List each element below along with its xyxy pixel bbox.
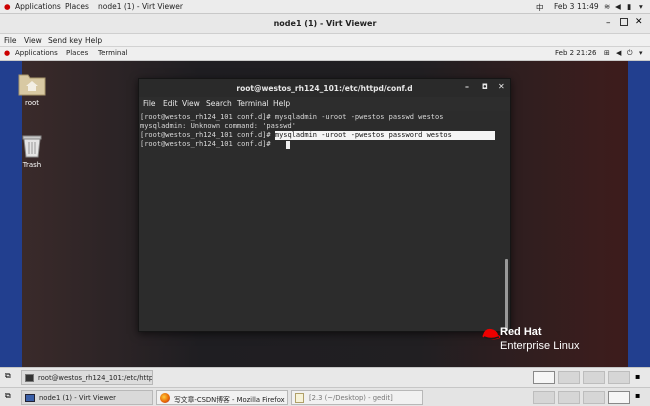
monitor-icon — [25, 394, 35, 402]
terminal-icon — [25, 374, 34, 382]
terminal-line: [root@westos_rh124_101 conf.d]# mysqladm… — [140, 113, 443, 122]
desktop-icon-trash[interactable]: Trash — [14, 131, 50, 169]
terminal-output-text: mysqladmin: Unknown command: 'passwd' — [140, 122, 296, 130]
host-applications-menu[interactable]: Applications — [15, 2, 61, 11]
power-menu-icon[interactable]: ▾ — [639, 2, 643, 11]
host-time[interactable]: 11:49 — [577, 2, 599, 11]
redhat-hat-icon — [482, 328, 501, 340]
home-folder-icon — [18, 74, 46, 96]
guest-workspace-3[interactable] — [583, 371, 605, 384]
terminal-menu-edit[interactable]: Edit — [163, 99, 178, 108]
host-notification-icon[interactable]: ▪ — [635, 391, 640, 400]
desktop-icon-label: root — [24, 99, 40, 107]
input-method-indicator[interactable]: 中 — [536, 2, 544, 13]
firefox-icon — [160, 393, 170, 403]
terminal-menu-file[interactable]: File — [143, 99, 156, 108]
guest-taskbar: ⧉ root@westos_rh124_101:/etc/http... ▪ — [0, 367, 650, 387]
terminal-close-icon[interactable]: ✕ — [498, 82, 505, 91]
guest-datetime[interactable]: Feb 2 21:26 — [555, 49, 596, 57]
wifi-icon[interactable]: ≋ — [604, 2, 610, 11]
guest-task-terminal[interactable]: root@westos_rh124_101:/etc/http... — [21, 370, 153, 385]
terminal-menu-help[interactable]: Help — [273, 99, 290, 108]
guest-top-bar: ● Applications Places Terminal Feb 2 21:… — [0, 47, 650, 61]
terminal-menu-search[interactable]: Search — [206, 99, 232, 108]
desktop-icon-label: Trash — [22, 161, 42, 169]
host-show-desktop-icon[interactable]: ⧉ — [5, 391, 11, 401]
trash-icon — [22, 135, 42, 158]
terminal-line: [root@westos_rh124_101 conf.d]# — [140, 140, 275, 149]
terminal-command: mysqladmin -uroot -pwestos passwd westos — [274, 113, 444, 121]
maximize-icon[interactable] — [620, 18, 628, 26]
host-workspace-3[interactable] — [583, 391, 605, 404]
host-task-label: 写文章-CSDN博客 - Mozilla Firefox — [174, 396, 285, 404]
guest-power-icon[interactable]: ⏻ — [627, 49, 633, 58]
guest-applications-menu[interactable]: Applications — [15, 49, 58, 57]
desktop-icon-root[interactable]: root — [14, 69, 50, 107]
host-active-window-title[interactable]: node1 (1) - Virt Viewer — [98, 2, 183, 11]
terminal-prompt: [root@westos_rh124_101 conf.d]# — [140, 131, 275, 139]
virt-viewer-titlebar: node1 (1) - Virt Viewer – ✕ — [0, 14, 650, 34]
terminal-titlebar[interactable]: root@westos_rh124_101:/etc/httpd/conf.d … — [139, 79, 510, 97]
terminal-maximize-icon[interactable]: ◘ — [482, 83, 488, 91]
terminal-menu-view[interactable]: View — [182, 99, 200, 108]
host-task-label: node1 (1) - Virt Viewer — [39, 394, 116, 402]
guest-redhat-icon[interactable]: ● — [4, 49, 10, 57]
redhat-brand-line2: Enterprise Linux — [500, 340, 580, 352]
gedit-icon — [295, 393, 304, 403]
menu-file[interactable]: File — [4, 36, 17, 45]
host-top-bar: ● Applications Places node1 (1) - Virt V… — [0, 0, 650, 14]
close-icon[interactable]: ✕ — [635, 17, 643, 27]
terminal-line: mysqladmin: Unknown command: 'passwd' — [140, 122, 296, 131]
terminal-menubar: File Edit View Search Terminal Help — [139, 97, 510, 111]
host-workspace-4[interactable] — [608, 391, 630, 404]
virt-viewer-title: node1 (1) - Virt Viewer — [273, 19, 377, 28]
terminal-minimize-icon[interactable]: – — [465, 82, 469, 91]
host-workspace-1[interactable] — [533, 391, 555, 404]
terminal-cursor — [286, 141, 290, 149]
terminal-line: [root@westos_rh124_101 conf.d]# mysqladm… — [140, 131, 495, 140]
guest-places-menu[interactable]: Places — [66, 49, 88, 57]
guest-workspace-2[interactable] — [558, 371, 580, 384]
redhat-brand-line1: Red Hat — [500, 326, 542, 338]
virt-viewer-menubar: File View Send key Help — [0, 34, 650, 47]
guest-menu-arrow-icon[interactable]: ▾ — [639, 49, 643, 57]
terminal-output[interactable]: [root@westos_rh124_101 conf.d]# mysqladm… — [139, 111, 510, 331]
host-date[interactable]: Feb 3 — [554, 2, 574, 11]
menu-view[interactable]: View — [24, 36, 42, 45]
guest-network-icon[interactable]: ⊞ — [604, 49, 610, 57]
menu-help[interactable]: Help — [85, 36, 102, 45]
host-task-gedit[interactable]: [2.3 (~/Desktop) - gedit] — [291, 390, 423, 405]
guest-show-desktop-icon[interactable]: ⧉ — [5, 371, 11, 381]
host-places-menu[interactable]: Places — [65, 2, 89, 11]
terminal-selected-command: mysqladmin -uroot -pwestos password west… — [274, 131, 495, 140]
battery-icon[interactable]: ▮ — [627, 2, 631, 11]
terminal-title: root@westos_rh124_101:/etc/httpd/conf.d — [236, 84, 413, 93]
guest-notification-icon[interactable]: ▪ — [635, 372, 640, 381]
terminal-menu-terminal[interactable]: Terminal — [237, 99, 269, 108]
terminal-prompt: [root@westos_rh124_101 conf.d]# — [140, 113, 275, 121]
terminal-window[interactable]: root@westos_rh124_101:/etc/httpd/conf.d … — [138, 78, 511, 332]
terminal-prompt: [root@westos_rh124_101 conf.d]# — [140, 140, 275, 148]
redhat-menu-icon[interactable]: ● — [4, 2, 11, 11]
terminal-scrollbar[interactable] — [505, 259, 508, 331]
minimize-icon[interactable]: – — [606, 18, 611, 28]
host-task-label: [2.3 (~/Desktop) - gedit] — [309, 394, 393, 402]
guest-volume-icon[interactable]: ◀ — [616, 49, 621, 57]
host-task-virt-viewer[interactable]: node1 (1) - Virt Viewer — [21, 390, 153, 405]
host-taskbar: ⧉ node1 (1) - Virt Viewer 写文章-CSDN博客 - M… — [0, 387, 650, 406]
guest-task-label: root@westos_rh124_101:/etc/http... — [38, 374, 153, 382]
menu-send-key[interactable]: Send key — [48, 36, 82, 45]
guest-workspace-1[interactable] — [533, 371, 555, 384]
host-task-firefox[interactable]: 写文章-CSDN博客 - Mozilla Firefox — [156, 390, 288, 405]
guest-workspace-4[interactable] — [608, 371, 630, 384]
volume-icon[interactable]: ◀ — [615, 2, 621, 11]
guest-terminal-menu[interactable]: Terminal — [98, 49, 128, 57]
host-workspace-2[interactable] — [558, 391, 580, 404]
